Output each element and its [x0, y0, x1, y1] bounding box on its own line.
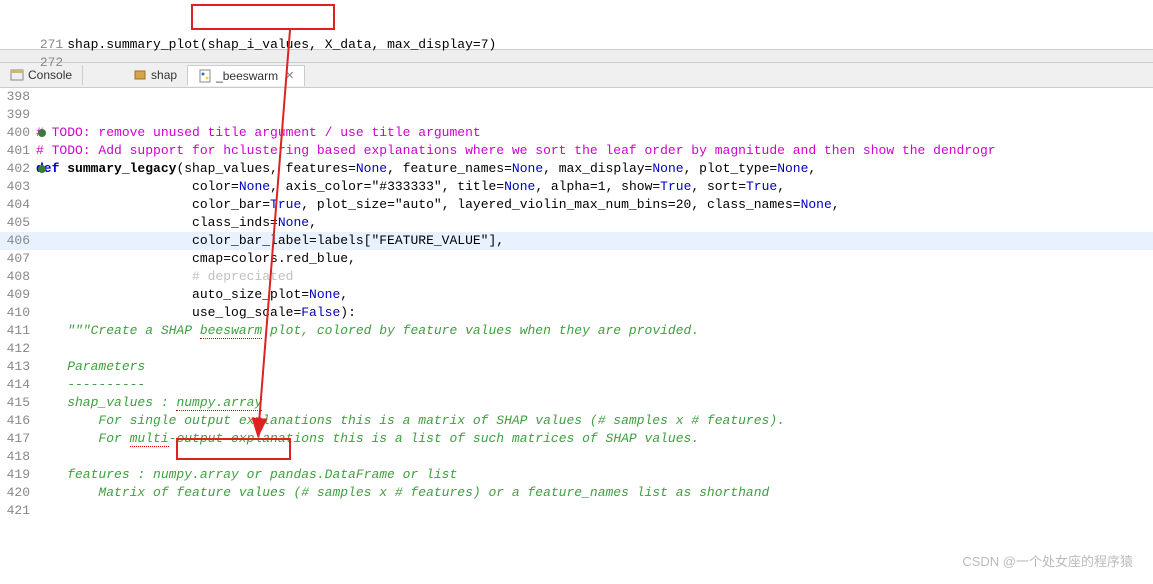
- top-line-271[interactable]: 271shap.summary_plot(shap_i_values, X_da…: [0, 18, 1153, 36]
- line-content: shap_values : numpy.array: [36, 394, 1153, 412]
- line-content: For single output explanations this is a…: [36, 412, 1153, 430]
- line-content: cmap=colors.red_blue,: [36, 250, 1153, 268]
- editor-line[interactable]: 411 """Create a SHAP beeswarm plot, colo…: [0, 322, 1153, 340]
- tab-label: Console: [28, 68, 72, 82]
- line-number: 409: [0, 286, 36, 304]
- editor-line[interactable]: 410 use_log_scale=False):: [0, 304, 1153, 322]
- line-content: Matrix of feature values (# samples x # …: [36, 484, 1153, 502]
- line-number: 402: [0, 160, 36, 178]
- main-editor-pane[interactable]: 398399400# TODO: remove unused title arg…: [0, 88, 1153, 520]
- editor-line[interactable]: 398: [0, 88, 1153, 106]
- line-number: 410: [0, 304, 36, 322]
- editor-line[interactable]: 420 Matrix of feature values (# samples …: [0, 484, 1153, 502]
- line-content: color=None, axis_color="#333333", title=…: [36, 178, 1153, 196]
- line-content: def summary_legacy(shap_values, features…: [36, 160, 1153, 178]
- editor-line[interactable]: 415 shap_values : numpy.array: [0, 394, 1153, 412]
- line-number: 420: [0, 484, 36, 502]
- editor-line[interactable]: 412: [0, 340, 1153, 358]
- editor-line[interactable]: 419 features : numpy.array or pandas.Dat…: [0, 466, 1153, 484]
- line-number: 399: [0, 106, 36, 124]
- line-content: features : numpy.array or pandas.DataFra…: [36, 466, 1153, 484]
- line-number: 405: [0, 214, 36, 232]
- line-number: 401: [0, 142, 36, 160]
- tab-label: shap: [151, 68, 177, 82]
- tab-bar: Console shap _beeswarm ✕: [0, 62, 1153, 88]
- line-content: [36, 88, 1153, 106]
- line-number: 404: [0, 196, 36, 214]
- line-number: 398: [0, 88, 36, 106]
- line-number: 400: [0, 124, 36, 142]
- annotation-box-bottom: [176, 438, 291, 460]
- gutter-marker-icon: [38, 129, 46, 137]
- line-number: 417: [0, 430, 36, 448]
- editor-line[interactable]: 401# TODO: Add support for hclustering b…: [0, 142, 1153, 160]
- line-number: 403: [0, 178, 36, 196]
- annotation-box-top: [191, 4, 335, 30]
- line-number: 418: [0, 448, 36, 466]
- line-number: 411: [0, 322, 36, 340]
- editor-line[interactable]: 417 For multi-output explanations this i…: [0, 430, 1153, 448]
- line-number: 416: [0, 412, 36, 430]
- top-editor-pane: 270 271shap.summary_plot(shap_i_values, …: [0, 0, 1153, 50]
- tab-beeswarm[interactable]: _beeswarm ✕: [188, 65, 305, 86]
- line-content: [36, 502, 1153, 520]
- editor-line[interactable]: 406 color_bar_label=labels["FEATURE_VALU…: [0, 232, 1153, 250]
- line-num-271: 271: [31, 36, 67, 54]
- tab-console[interactable]: Console: [0, 65, 83, 85]
- python-file-icon: [198, 69, 212, 83]
- editor-line[interactable]: 407 cmap=colors.red_blue,: [0, 250, 1153, 268]
- line-content: color_bar=True, plot_size="auto", layere…: [36, 196, 1153, 214]
- line-content: Parameters: [36, 358, 1153, 376]
- line-number: 414: [0, 376, 36, 394]
- line-number: 421: [0, 502, 36, 520]
- line-content: [36, 340, 1153, 358]
- line-content: [36, 106, 1153, 124]
- tab-shap[interactable]: shap: [123, 65, 188, 85]
- editor-line[interactable]: 399: [0, 106, 1153, 124]
- gutter-marker-icon: [38, 165, 46, 173]
- editor-line[interactable]: 402def summary_legacy(shap_values, featu…: [0, 160, 1153, 178]
- line-number: 407: [0, 250, 36, 268]
- console-icon: [10, 68, 24, 82]
- line-number: 413: [0, 358, 36, 376]
- editor-line[interactable]: 416 For single output explanations this …: [0, 412, 1153, 430]
- line-content: class_inds=None,: [36, 214, 1153, 232]
- editor-line[interactable]: 421: [0, 502, 1153, 520]
- editor-line[interactable]: 418: [0, 448, 1153, 466]
- editor-line[interactable]: 404 color_bar=True, plot_size="auto", la…: [0, 196, 1153, 214]
- line-number: 419: [0, 466, 36, 484]
- line-content: ----------: [36, 376, 1153, 394]
- editor-line[interactable]: 409 auto_size_plot=None,: [0, 286, 1153, 304]
- editor-line[interactable]: 413 Parameters: [0, 358, 1153, 376]
- tab-label: _beeswarm: [216, 69, 278, 83]
- line-content: """Create a SHAP beeswarm plot, colored …: [36, 322, 1153, 340]
- package-icon: [133, 68, 147, 82]
- line-number: 412: [0, 340, 36, 358]
- close-icon[interactable]: ✕: [285, 69, 294, 82]
- code-text: shap.summary_plot(: [67, 37, 207, 52]
- editor-line[interactable]: 408 # depreciated: [0, 268, 1153, 286]
- line-number: 406: [0, 232, 36, 250]
- line-content: color_bar_label=labels["FEATURE_VALUE"],: [36, 232, 1153, 250]
- editor-line[interactable]: 405 class_inds=None,: [0, 214, 1153, 232]
- watermark-text: CSDN @一个处女座的程序猿: [962, 551, 1133, 570]
- line-content: # TODO: remove unused title argument / u…: [36, 124, 1153, 142]
- line-number: 408: [0, 268, 36, 286]
- line-number: 415: [0, 394, 36, 412]
- line-content: use_log_scale=False):: [36, 304, 1153, 322]
- line-content: auto_size_plot=None,: [36, 286, 1153, 304]
- code-text: X_data, max_display=7): [325, 37, 497, 52]
- line-content: # TODO: Add support for hclustering base…: [36, 142, 1153, 160]
- editor-line[interactable]: 414 ----------: [0, 376, 1153, 394]
- highlighted-arg: shap_i_values,: [208, 37, 325, 52]
- line-content: # depreciated: [36, 268, 1153, 286]
- editor-line[interactable]: 403 color=None, axis_color="#333333", ti…: [0, 178, 1153, 196]
- editor-line[interactable]: 400# TODO: remove unused title argument …: [0, 124, 1153, 142]
